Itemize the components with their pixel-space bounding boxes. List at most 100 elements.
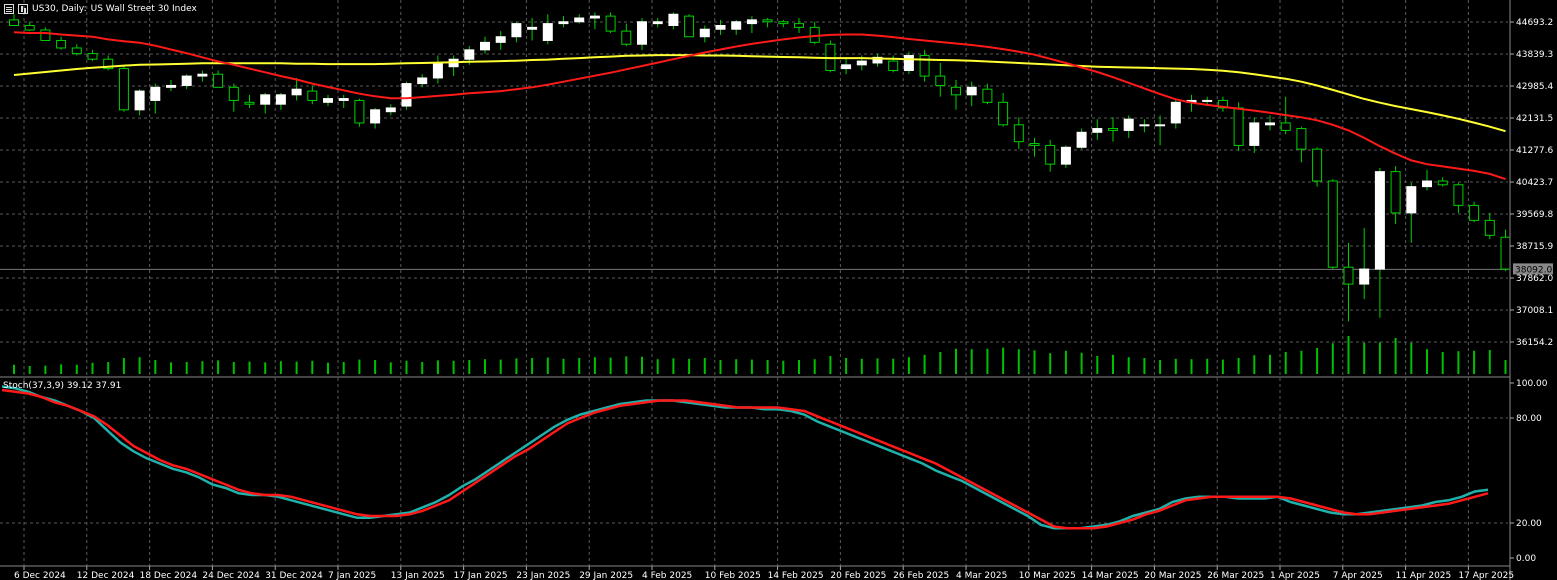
candle-body-bull <box>1060 146 1071 165</box>
stoch-tick-label: 20.00 <box>1516 519 1542 529</box>
candle-body-bear <box>9 19 19 26</box>
time-tick-label: 11 Apr 2025 <box>1396 571 1452 580</box>
time-tick-label: 20 Feb 2025 <box>830 571 886 580</box>
stoch-tick-label: 100.00 <box>1516 379 1548 389</box>
candle-body-bear <box>1296 128 1307 150</box>
candle-body-bear <box>1343 266 1354 285</box>
candle-body-bear <box>621 30 632 45</box>
menu-icon[interactable] <box>4 4 14 14</box>
symbol-description: US Wall Street 30 Index <box>90 4 197 14</box>
price-tick-label: 43839.3 <box>1516 50 1553 60</box>
candle-body-bull <box>432 62 443 79</box>
candle-body-bull <box>480 41 490 51</box>
price-tick-label: 42131.5 <box>1516 114 1553 124</box>
candle-body-bear <box>778 21 789 25</box>
candle-body-bear <box>56 39 67 49</box>
candle-body-bear <box>1029 143 1040 146</box>
candle-body-bull <box>511 23 522 38</box>
volume-bars <box>13 336 1507 374</box>
candle-body-bear <box>951 86 961 96</box>
stoch-tick-label: 80.00 <box>1516 414 1542 424</box>
stochastic-header: Stoch(37,3,9) 39.12 37.91 <box>3 381 122 391</box>
candle-body-bear <box>1484 219 1495 236</box>
price-tick-label: 37862.0 <box>1516 274 1553 284</box>
candle-body-bull <box>417 77 428 85</box>
candle-body-bear <box>1233 107 1244 146</box>
chart-header: US30, Daily: US Wall Street 30 Index <box>4 2 197 16</box>
time-tick-label: 26 Mar 2025 <box>1207 571 1264 580</box>
fast-moving-average-line <box>13 31 1506 181</box>
candle-body-bull <box>495 36 506 43</box>
candle-body-bear <box>605 15 616 32</box>
time-tick-label: 10 Mar 2025 <box>1019 571 1076 580</box>
candle-body-bear <box>982 88 993 103</box>
candle-body-bear <box>1437 180 1448 186</box>
candle-body-bull <box>197 73 208 77</box>
time-tick-label: 17 Apr 2025 <box>1458 571 1514 580</box>
symbol-label: US30, Daily: <box>32 4 87 14</box>
candle-body-bull <box>715 24 726 30</box>
candle-body-bear <box>228 86 239 101</box>
candle-body-bull <box>903 54 914 71</box>
candle-body-bull <box>1202 99 1213 102</box>
price-tick-label: 40423.7 <box>1516 178 1553 188</box>
candle-body-bear <box>307 90 318 101</box>
candle-body-bull <box>1249 122 1260 146</box>
candle-body-bull <box>275 94 286 105</box>
time-axis: 6 Dec 2024 12 Dec 2024 18 Dec 2024 24 Dec 2… <box>0 565 1514 580</box>
time-tick-label: 7 Jan 2025 <box>328 571 376 580</box>
candle-body-bear <box>1500 236 1511 270</box>
candle-body-bear <box>998 101 1009 126</box>
candle-body-bull <box>1092 128 1103 133</box>
candle-body-bear <box>888 60 899 71</box>
candle-body-bear <box>935 75 946 86</box>
candle-body-bull <box>1422 180 1432 188</box>
time-tick-label: 13 Jan 2025 <box>391 571 445 580</box>
time-tick-label: 14 Mar 2025 <box>1082 571 1139 580</box>
time-tick-label: 24 Dec 2024 <box>202 571 260 580</box>
candle-body-bear <box>40 29 51 41</box>
candle-body-bull <box>856 60 867 66</box>
candle-body-bear <box>1469 204 1480 221</box>
price-tick-label: 39569.8 <box>1516 210 1553 220</box>
candle-body-bull <box>150 86 161 101</box>
candle-body-bull <box>1170 101 1181 124</box>
time-tick-label: 18 Dec 2024 <box>140 571 198 580</box>
candle-body-bull <box>1359 268 1370 285</box>
candle-body-bear <box>87 53 98 60</box>
candle-body-bull <box>1374 171 1385 270</box>
candle-body-bear <box>354 99 365 124</box>
candle-body-bull <box>323 98 333 103</box>
candle-body-bull <box>385 107 396 113</box>
candle-body-bull <box>370 109 381 124</box>
candle-body-bear <box>244 101 255 105</box>
price-axis: 44693.2 43839.3 42985.4 42131.5 41277.6 40423… <box>1509 0 1553 580</box>
candle-body-bear <box>118 68 129 111</box>
candle-body-bear <box>1045 144 1056 165</box>
time-tick-label: 7 Apr 2025 <box>1333 571 1383 580</box>
candle-body-bull <box>542 23 553 41</box>
time-tick-label: 12 Dec 2024 <box>77 571 135 580</box>
candle-body-bear <box>1390 171 1401 214</box>
candle-body-bull <box>637 21 647 45</box>
candle-body-bull <box>589 15 600 19</box>
candle-body-bull <box>464 49 475 60</box>
candle-body-bear <box>213 73 224 88</box>
price-tick-label: 41277.6 <box>1516 146 1553 156</box>
candle-body-bull <box>260 94 271 105</box>
price-tick-label: 37008.1 <box>1516 306 1553 316</box>
candlestick-icon[interactable] <box>18 4 28 14</box>
time-tick-label: 20 Mar 2025 <box>1144 571 1201 580</box>
candle-body-bear <box>71 47 82 55</box>
time-tick-label: 1 Apr 2025 <box>1270 571 1320 580</box>
candle-body-bull <box>1406 186 1417 214</box>
candle-body-bull <box>574 17 585 23</box>
candle-body-bear <box>1108 128 1118 131</box>
time-tick-label: 4 Feb 2025 <box>642 571 692 580</box>
candlesticks <box>9 12 1511 322</box>
time-tick-label: 4 Mar 2025 <box>956 571 1007 580</box>
chart-canvas: 44693.2 43839.3 42985.4 42131.5 41277.6 40423… <box>0 0 1553 580</box>
candle-body-bear <box>684 15 695 38</box>
stochastic-oscillator <box>1 385 1489 530</box>
candle-body-bull <box>699 28 710 38</box>
